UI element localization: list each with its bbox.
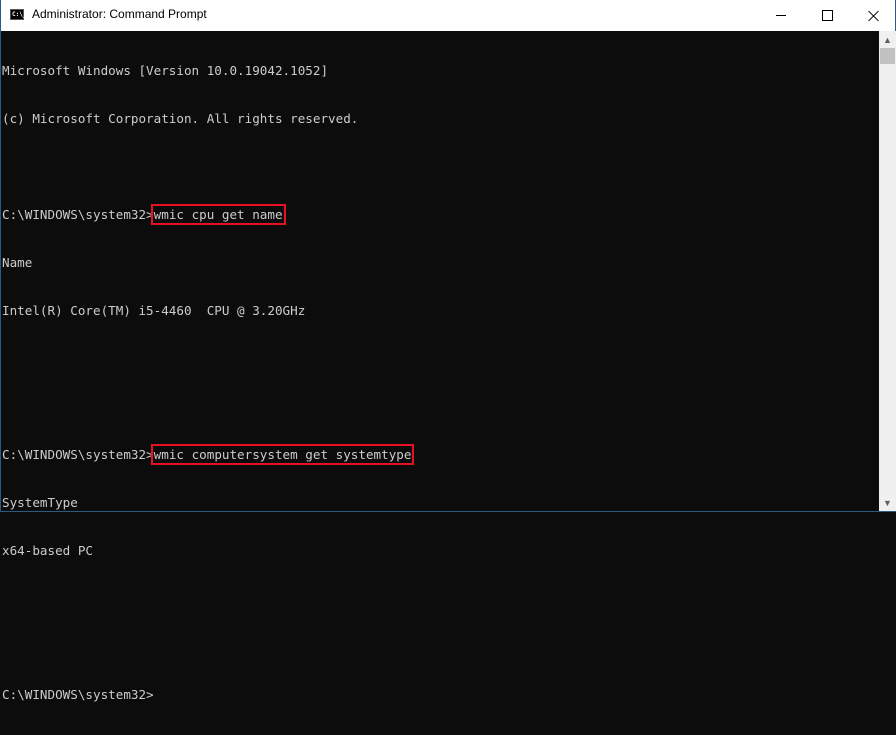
maximize-button[interactable] xyxy=(804,0,850,31)
maximize-icon xyxy=(821,10,833,21)
chevron-down-icon: ▼ xyxy=(883,497,892,508)
scroll-thumb[interactable] xyxy=(880,48,895,64)
minimize-button[interactable] xyxy=(758,0,804,31)
console-output[interactable]: Microsoft Windows [Version 10.0.19042.10… xyxy=(2,31,879,702)
prompt: C:\WINDOWS\system32> xyxy=(2,687,154,702)
close-button[interactable] xyxy=(850,0,896,31)
active-prompt-line[interactable]: C:\WINDOWS\system32> xyxy=(2,687,879,703)
scroll-down-button[interactable]: ▼ xyxy=(879,494,896,511)
vertical-scrollbar[interactable]: ▲ ▼ xyxy=(879,31,896,511)
prompt: C:\WINDOWS\system32> xyxy=(2,207,154,222)
prompt: C:\WINDOWS\system32> xyxy=(2,447,154,462)
close-icon xyxy=(868,10,879,21)
console-line: SystemType xyxy=(2,495,78,510)
console-line: Name xyxy=(2,255,33,270)
cmd-icon: C:\_ xyxy=(10,9,27,20)
scroll-up-button[interactable]: ▲ xyxy=(879,31,896,48)
minimize-icon xyxy=(776,15,786,16)
window-title: Administrator: Command Prompt xyxy=(32,7,207,21)
title-bar[interactable]: C:\_ Administrator: Command Prompt xyxy=(1,0,895,31)
console-line: Microsoft Windows [Version 10.0.19042.10… xyxy=(2,63,329,78)
command-line: C:\WINDOWS\system32>wmic computersystem … xyxy=(2,444,879,465)
highlighted-command: wmic computersystem get systemtype xyxy=(150,444,415,465)
chevron-up-icon: ▲ xyxy=(883,34,892,45)
highlighted-command: wmic cpu get name xyxy=(150,204,286,225)
command-line: C:\WINDOWS\system32>wmic cpu get name xyxy=(2,204,879,225)
console-line: Intel(R) Core(TM) i5-4460 CPU @ 3.20GHz xyxy=(2,303,306,318)
command-prompt-window: C:\_ Administrator: Command Prompt Micro… xyxy=(0,0,896,702)
console-line: (c) Microsoft Corporation. All rights re… xyxy=(2,111,359,126)
console-line: x64-based PC xyxy=(2,543,93,558)
